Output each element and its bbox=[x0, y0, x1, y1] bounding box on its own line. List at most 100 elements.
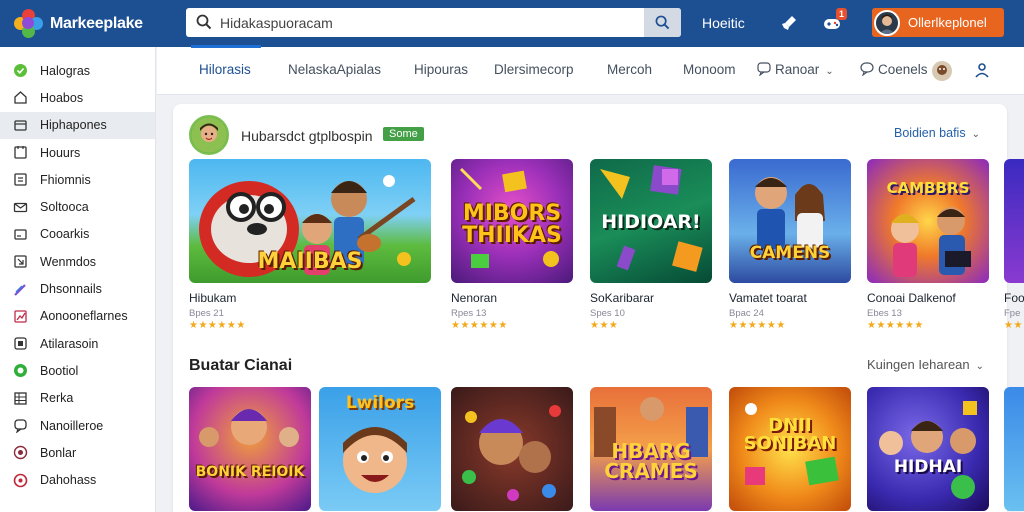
game-thumbnail bbox=[1004, 387, 1024, 511]
game-name: Vamatet toarat bbox=[729, 291, 807, 305]
user-menu-button[interactable]: Ollerlkeplonel bbox=[872, 8, 1004, 37]
tab-dlersimecorp[interactable]: Dlersimecorp bbox=[494, 62, 574, 77]
target-icon bbox=[13, 445, 28, 460]
avatar bbox=[874, 9, 900, 36]
search-icon bbox=[196, 14, 212, 35]
sidebar-item-hoabos[interactable]: Hoabos bbox=[0, 84, 155, 111]
rating-stars: ★★★★★★ bbox=[189, 320, 246, 331]
sidebar-item-cooarkis[interactable]: Cooarkis bbox=[0, 221, 155, 248]
game-card[interactable] bbox=[1004, 387, 1024, 511]
game-thumbnail: CAMBBRS bbox=[867, 159, 989, 283]
notification-badge: 1 bbox=[836, 8, 848, 20]
tab-hilorasis[interactable]: Hilorasis bbox=[199, 62, 251, 77]
game-name: Foo bbox=[1004, 291, 1024, 305]
search-bar bbox=[186, 8, 681, 37]
game-art-title: CAMBBRS bbox=[886, 179, 970, 197]
game-card[interactable]: DNII SONIBAN bbox=[729, 387, 851, 511]
tab-coenels[interactable]: Coenels bbox=[860, 62, 928, 77]
game-meta: Ebes 13 bbox=[867, 308, 902, 319]
game-art-title: HBARG CRAMES bbox=[604, 439, 698, 483]
sidebar-item-label: Dhsonnails bbox=[40, 282, 102, 297]
sidebar-item-rerka[interactable]: Rerka bbox=[0, 385, 155, 412]
sidebar-item-label: Houurs bbox=[40, 145, 81, 160]
sidebar-item-dahohass[interactable]: Dahohass bbox=[0, 466, 155, 493]
chat-bubble-icon bbox=[757, 62, 771, 77]
card-icon bbox=[13, 227, 28, 242]
game-thumbnail: CAMENS bbox=[729, 159, 851, 283]
game-card[interactable]: CAMBBRS Conoai Dalkenof Ebes 13 ★★★★★★ bbox=[867, 159, 989, 331]
sidebar-item-houurs[interactable]: Houurs bbox=[0, 139, 155, 166]
status-badge: Some bbox=[383, 127, 424, 141]
game-thumbnail: HBARG CRAMES bbox=[590, 387, 712, 511]
tab-nelaskaapialas[interactable]: NelaskaApialas bbox=[288, 62, 381, 77]
tab-label: Coenels bbox=[878, 62, 928, 77]
game-card[interactable]: CAMENS Vamatet toarat Bpac 24 ★★★★★★ bbox=[729, 159, 851, 331]
game-card[interactable]: Lwilors bbox=[319, 387, 441, 511]
game-card[interactable]: HBARG CRAMES bbox=[590, 387, 712, 511]
tab-mercoh[interactable]: Mercoh bbox=[607, 62, 652, 77]
game-card[interactable]: Foo Fpe ★★ bbox=[1004, 159, 1024, 331]
sidebar-item-label: Dahohass bbox=[40, 473, 97, 488]
sidebar-item-dhsonnails[interactable]: Dhsonnails bbox=[0, 275, 155, 302]
game-card[interactable]: MAIIBAS Hibukam Bpes 21 ★★★★★★ bbox=[189, 159, 431, 331]
search-input[interactable] bbox=[220, 9, 660, 36]
sidebar-item-nanoilleroe[interactable]: Nanoilleroe bbox=[0, 412, 155, 439]
section-more-link[interactable]: Kuingen Ieharean ⌄ bbox=[867, 357, 984, 372]
game-thumbnail bbox=[451, 387, 573, 511]
tab-hipouras[interactable]: Hipouras bbox=[414, 62, 468, 77]
sidebar-item-bootiol[interactable]: Bootiol bbox=[0, 357, 155, 384]
user-name: Ollerlkeplonel bbox=[908, 15, 987, 30]
sidebar-item-bonlar[interactable]: Bonlar bbox=[0, 439, 155, 466]
search-button[interactable] bbox=[644, 8, 681, 37]
sidebar-item-wenmdos[interactable]: Wenmdos bbox=[0, 248, 155, 275]
sidebar-item-atilarasoin[interactable]: Atilarasoin bbox=[0, 330, 155, 357]
square-icon bbox=[13, 336, 28, 351]
game-meta: Fpe bbox=[1004, 308, 1021, 319]
person-icon[interactable] bbox=[970, 58, 994, 82]
game-art-title: Lwilors bbox=[345, 393, 415, 413]
more-link-label: Boidien bafis bbox=[894, 126, 966, 140]
sidebar-item-fhiomnis[interactable]: Fhiomnis bbox=[0, 166, 155, 193]
header-link[interactable]: Hoeitic bbox=[702, 15, 745, 31]
chart-icon bbox=[13, 309, 28, 324]
sidebar-item-halogras[interactable]: Halogras bbox=[0, 57, 155, 84]
game-meta: Spes 10 bbox=[590, 308, 625, 319]
game-card[interactable]: HIDHAI bbox=[867, 387, 989, 511]
game-card[interactable] bbox=[451, 387, 573, 511]
rocket-icon[interactable] bbox=[777, 11, 801, 35]
avatar[interactable] bbox=[930, 59, 954, 83]
sidebar-item-label: Halogras bbox=[40, 63, 91, 78]
game-thumbnail: HIDHAI bbox=[867, 387, 989, 511]
sidebar-item-label: Hiphapones bbox=[40, 118, 107, 133]
mail-icon bbox=[13, 200, 28, 215]
grid-icon bbox=[13, 391, 28, 406]
sidebar-item-soltooca[interactable]: Soltooca bbox=[0, 193, 155, 220]
chat-icon bbox=[13, 418, 28, 433]
app-name: Markeeplake bbox=[50, 14, 143, 32]
game-card[interactable]: HIDIOAR! SoKaribarar Spes 10 ★★★ bbox=[590, 159, 712, 331]
game-card[interactable]: MIBORS THIIKAS Nenoran Rpes 13 ★★★★★★ bbox=[451, 159, 573, 331]
game-card[interactable]: BONIK REIOIK bbox=[189, 387, 311, 511]
clock-icon bbox=[13, 145, 28, 160]
tab-label: Ranoar bbox=[775, 62, 820, 77]
game-thumbnail: BONIK REIOIK bbox=[189, 387, 311, 511]
download-icon bbox=[13, 254, 28, 269]
game-art-title: DNII SONIBAN bbox=[743, 415, 837, 454]
game-thumbnail: DNII SONIBAN bbox=[729, 387, 851, 511]
chevron-down-icon: ⌄ bbox=[825, 66, 834, 77]
sidebar-item-label: Atilarasoin bbox=[40, 336, 99, 351]
rating-stars: ★★★ bbox=[590, 320, 619, 331]
game-art-title: MAIIBAS bbox=[257, 249, 363, 274]
sidebar-item-label: Soltooca bbox=[40, 200, 89, 215]
app-logo[interactable]: Markeeplake bbox=[14, 8, 184, 39]
sidebar-item-label: Wenmdos bbox=[40, 254, 97, 269]
sidebar-item-hiphapones[interactable]: Hiphapones bbox=[0, 111, 155, 139]
section-title: Buatar Cianai bbox=[189, 357, 293, 374]
tab-monoom[interactable]: Monoom bbox=[683, 62, 736, 77]
tab-ranoar[interactable]: Ranoar ⌄ bbox=[757, 62, 834, 77]
rating-stars: ★★★★★★ bbox=[451, 320, 508, 331]
sidebar-item-aonooneflarnes[interactable]: Aonooneflarnes bbox=[0, 303, 155, 330]
section-avatar bbox=[189, 115, 229, 155]
section-more-link[interactable]: Boidien bafis ⌄ bbox=[894, 126, 980, 140]
tab-bar: Hilorasis NelaskaApialas Hipouras Dlersi… bbox=[157, 47, 1024, 95]
